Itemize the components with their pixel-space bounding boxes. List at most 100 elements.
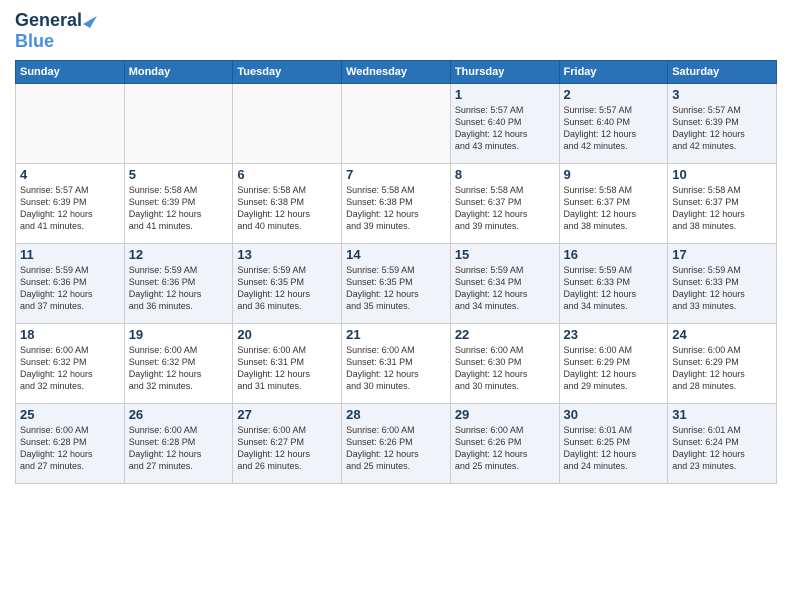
calendar-header: SundayMondayTuesdayWednesdayThursdayFrid… — [16, 61, 777, 84]
calendar-table: SundayMondayTuesdayWednesdayThursdayFrid… — [15, 60, 777, 484]
day-number: 7 — [346, 167, 446, 182]
day-number: 6 — [237, 167, 337, 182]
day-info: Sunrise: 6:00 AM Sunset: 6:29 PM Dayligh… — [564, 344, 664, 393]
calendar-cell: 5 Sunrise: 5:58 AM Sunset: 6:39 PM Daylig… — [124, 164, 233, 244]
calendar-cell: 1 Sunrise: 5:57 AM Sunset: 6:40 PM Daylig… — [450, 84, 559, 164]
weekday-header-row: SundayMondayTuesdayWednesdayThursdayFrid… — [16, 61, 777, 84]
day-info: Sunrise: 6:00 AM Sunset: 6:32 PM Dayligh… — [20, 344, 120, 393]
day-number: 13 — [237, 247, 337, 262]
calendar-cell: 19 Sunrise: 6:00 AM Sunset: 6:32 PM Dayli… — [124, 324, 233, 404]
day-number: 18 — [20, 327, 120, 342]
calendar-cell: 11Sunrise: 5:59 AM Sunset: 6:36 PM Dayli… — [16, 244, 125, 324]
calendar-cell: 10 Sunrise: 5:58 AM Sunset: 6:37 PM Dayli… — [668, 164, 777, 244]
day-info: Sunrise: 5:59 AM Sunset: 6:36 PM Dayligh… — [129, 264, 229, 313]
calendar-cell: 21Sunrise: 6:00 AM Sunset: 6:31 PM Dayli… — [342, 324, 451, 404]
weekday-header-saturday: Saturday — [668, 61, 777, 84]
calendar-cell: 20Sunrise: 6:00 AM Sunset: 6:31 PM Dayli… — [233, 324, 342, 404]
calendar-cell: 9Sunrise: 5:58 AM Sunset: 6:37 PM Daylig… — [559, 164, 668, 244]
day-number: 27 — [237, 407, 337, 422]
day-number: 30 — [564, 407, 664, 422]
calendar-cell: 17Sunrise: 5:59 AM Sunset: 6:33 PM Dayli… — [668, 244, 777, 324]
day-number: 5 — [129, 167, 229, 182]
logo-triangle-icon — [83, 12, 97, 28]
logo-blue-label: Blue — [15, 31, 94, 52]
calendar-cell: 6Sunrise: 5:58 AM Sunset: 6:38 PM Daylig… — [233, 164, 342, 244]
calendar-cell: 22 Sunrise: 6:00 AM Sunset: 6:30 PM Dayli… — [450, 324, 559, 404]
calendar-cell: 27 Sunrise: 6:00 AM Sunset: 6:27 PM Dayli… — [233, 404, 342, 484]
weekday-header-sunday: Sunday — [16, 61, 125, 84]
calendar-cell: 31Sunrise: 6:01 AM Sunset: 6:24 PM Dayli… — [668, 404, 777, 484]
calendar-cell: 14Sunrise: 5:59 AM Sunset: 6:35 PM Dayli… — [342, 244, 451, 324]
day-info: Sunrise: 5:57 AM Sunset: 6:40 PM Dayligh… — [455, 104, 555, 153]
day-info: Sunrise: 5:59 AM Sunset: 6:33 PM Dayligh… — [672, 264, 772, 313]
calendar-cell: 24 Sunrise: 6:00 AM Sunset: 6:29 PM Dayli… — [668, 324, 777, 404]
day-info: Sunrise: 6:00 AM Sunset: 6:29 PM Dayligh… — [672, 344, 772, 393]
day-info: Sunrise: 5:59 AM Sunset: 6:35 PM Dayligh… — [237, 264, 337, 313]
day-number: 2 — [564, 87, 664, 102]
calendar-cell: 7 Sunrise: 5:58 AM Sunset: 6:38 PM Daylig… — [342, 164, 451, 244]
day-number: 14 — [346, 247, 446, 262]
calendar-body: 1 Sunrise: 5:57 AM Sunset: 6:40 PM Daylig… — [16, 84, 777, 484]
page-container: GeneralBlue SundayMondayTuesdayWednesday… — [0, 0, 792, 494]
calendar-cell: 3 Sunrise: 5:57 AM Sunset: 6:39 PM Daylig… — [668, 84, 777, 164]
day-number: 20 — [237, 327, 337, 342]
day-number: 24 — [672, 327, 772, 342]
day-number: 12 — [129, 247, 229, 262]
day-info: Sunrise: 5:58 AM Sunset: 6:39 PM Dayligh… — [129, 184, 229, 233]
day-info: Sunrise: 5:58 AM Sunset: 6:38 PM Dayligh… — [346, 184, 446, 233]
day-info: Sunrise: 5:57 AM Sunset: 6:39 PM Dayligh… — [672, 104, 772, 153]
day-number: 19 — [129, 327, 229, 342]
day-info: Sunrise: 5:59 AM Sunset: 6:34 PM Dayligh… — [455, 264, 555, 313]
day-number: 29 — [455, 407, 555, 422]
calendar-week-row: 1 Sunrise: 5:57 AM Sunset: 6:40 PM Daylig… — [16, 84, 777, 164]
calendar-week-row: 4Sunrise: 5:57 AM Sunset: 6:39 PM Daylig… — [16, 164, 777, 244]
day-info: Sunrise: 6:00 AM Sunset: 6:26 PM Dayligh… — [455, 424, 555, 473]
day-info: Sunrise: 5:59 AM Sunset: 6:36 PM Dayligh… — [20, 264, 120, 313]
day-info: Sunrise: 6:00 AM Sunset: 6:30 PM Dayligh… — [455, 344, 555, 393]
calendar-cell: 26 Sunrise: 6:00 AM Sunset: 6:28 PM Dayli… — [124, 404, 233, 484]
day-info: Sunrise: 6:00 AM Sunset: 6:27 PM Dayligh… — [237, 424, 337, 473]
calendar-cell — [233, 84, 342, 164]
day-info: Sunrise: 5:57 AM Sunset: 6:39 PM Dayligh… — [20, 184, 120, 233]
calendar-week-row: 18 Sunrise: 6:00 AM Sunset: 6:32 PM Dayli… — [16, 324, 777, 404]
day-number: 26 — [129, 407, 229, 422]
day-number: 31 — [672, 407, 772, 422]
day-info: Sunrise: 6:00 AM Sunset: 6:32 PM Dayligh… — [129, 344, 229, 393]
day-number: 15 — [455, 247, 555, 262]
calendar-cell — [16, 84, 125, 164]
calendar-cell: 12 Sunrise: 5:59 AM Sunset: 6:36 PM Dayli… — [124, 244, 233, 324]
weekday-header-friday: Friday — [559, 61, 668, 84]
day-number: 25 — [20, 407, 120, 422]
calendar-cell: 8Sunrise: 5:58 AM Sunset: 6:37 PM Daylig… — [450, 164, 559, 244]
day-info: Sunrise: 5:58 AM Sunset: 6:37 PM Dayligh… — [455, 184, 555, 233]
calendar-cell: 16Sunrise: 5:59 AM Sunset: 6:33 PM Dayli… — [559, 244, 668, 324]
day-info: Sunrise: 6:00 AM Sunset: 6:26 PM Dayligh… — [346, 424, 446, 473]
day-number: 23 — [564, 327, 664, 342]
day-info: Sunrise: 5:58 AM Sunset: 6:37 PM Dayligh… — [672, 184, 772, 233]
day-info: Sunrise: 6:00 AM Sunset: 6:28 PM Dayligh… — [20, 424, 120, 473]
day-number: 22 — [455, 327, 555, 342]
calendar-cell: 13 Sunrise: 5:59 AM Sunset: 6:35 PM Dayli… — [233, 244, 342, 324]
day-number: 28 — [346, 407, 446, 422]
day-info: Sunrise: 6:00 AM Sunset: 6:28 PM Dayligh… — [129, 424, 229, 473]
day-number: 1 — [455, 87, 555, 102]
weekday-header-monday: Monday — [124, 61, 233, 84]
calendar-week-row: 25 Sunrise: 6:00 AM Sunset: 6:28 PM Dayli… — [16, 404, 777, 484]
day-number: 10 — [672, 167, 772, 182]
calendar-cell: 4Sunrise: 5:57 AM Sunset: 6:39 PM Daylig… — [16, 164, 125, 244]
weekday-header-wednesday: Wednesday — [342, 61, 451, 84]
day-info: Sunrise: 6:01 AM Sunset: 6:25 PM Dayligh… — [564, 424, 664, 473]
logo-general-text: General — [15, 10, 82, 31]
page-header: GeneralBlue — [15, 10, 777, 52]
day-number: 3 — [672, 87, 772, 102]
calendar-cell — [342, 84, 451, 164]
weekday-header-thursday: Thursday — [450, 61, 559, 84]
calendar-cell — [124, 84, 233, 164]
calendar-cell: 30 Sunrise: 6:01 AM Sunset: 6:25 PM Dayli… — [559, 404, 668, 484]
calendar-cell: 2Sunrise: 5:57 AM Sunset: 6:40 PM Daylig… — [559, 84, 668, 164]
calendar-cell: 29 Sunrise: 6:00 AM Sunset: 6:26 PM Dayli… — [450, 404, 559, 484]
calendar-cell: 25 Sunrise: 6:00 AM Sunset: 6:28 PM Dayli… — [16, 404, 125, 484]
logo-text-block: GeneralBlue — [15, 10, 94, 52]
logo: GeneralBlue — [15, 10, 94, 52]
calendar-cell: 23 Sunrise: 6:00 AM Sunset: 6:29 PM Dayli… — [559, 324, 668, 404]
